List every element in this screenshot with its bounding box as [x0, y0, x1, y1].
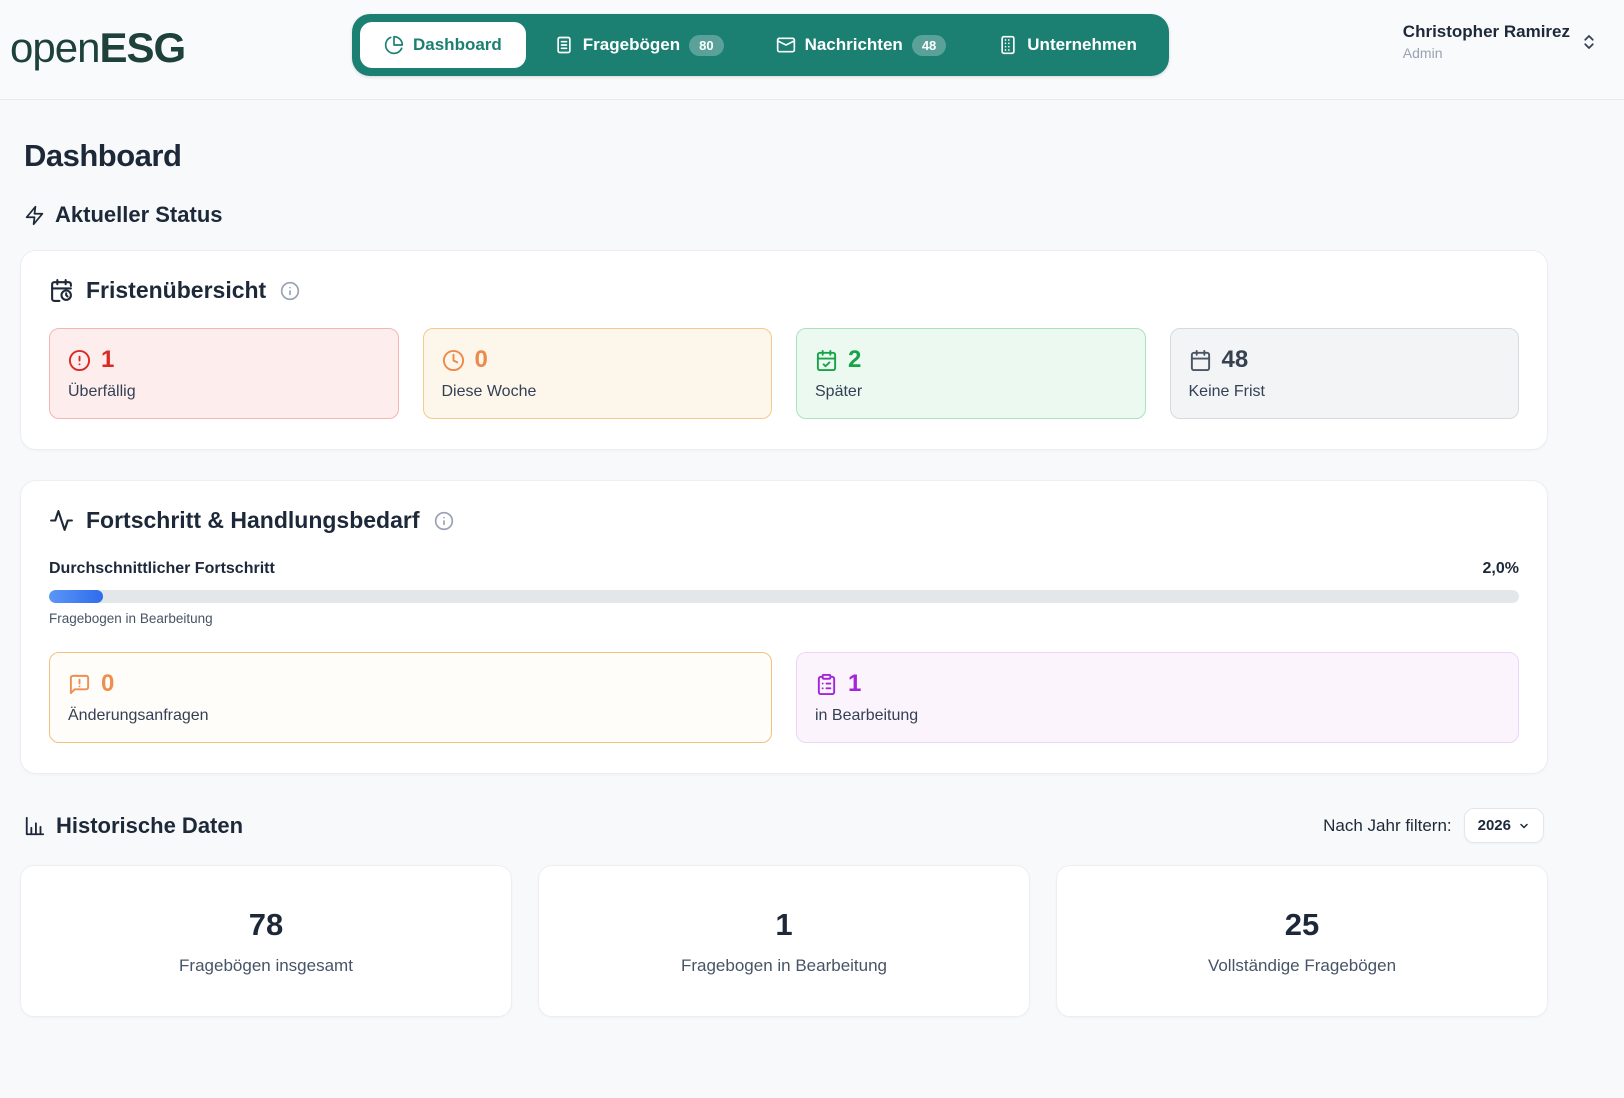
document-icon — [554, 35, 574, 55]
tab-nachrichten[interactable]: Nachrichten 48 — [752, 22, 971, 68]
alert-circle-icon — [68, 349, 91, 372]
year-filter-select[interactable]: 2026 — [1464, 808, 1544, 843]
top-header: openESG Dashboard Fragebögen 80 Nachrich… — [0, 0, 1624, 100]
stat-label: in Bearbeitung — [815, 707, 1500, 725]
chevron-down-icon — [1518, 820, 1530, 832]
stat-value: 2 — [848, 346, 861, 374]
card-title: Fristenübersicht — [86, 277, 266, 304]
year-filter-value: 2026 — [1478, 817, 1511, 834]
history-section-header: Historische Daten Nach Jahr filtern: 202… — [24, 808, 1544, 843]
clipboard-list-icon — [815, 673, 838, 696]
user-role: Admin — [1403, 45, 1570, 61]
bar-chart-icon — [24, 815, 46, 837]
tab-dashboard[interactable]: Dashboard — [360, 22, 526, 68]
history-card-in-progress: 1 Fragebogen in Bearbeitung — [538, 865, 1030, 1017]
status-section-title: Aktueller Status — [24, 202, 1548, 228]
progress-bar-fill — [49, 590, 103, 603]
stat-no-deadline[interactable]: 48 Keine Frist — [1170, 328, 1520, 419]
brand-logo: openESG — [10, 24, 185, 72]
logo-text-esg: ESG — [99, 24, 185, 72]
card-title: Fortschritt & Handlungsbedarf — [86, 507, 420, 534]
history-card-label: Fragebogen in Bearbeitung — [681, 956, 887, 976]
stat-value: 0 — [101, 670, 114, 698]
stat-overdue[interactable]: 1 Überfällig — [49, 328, 399, 419]
tab-label: Nachrichten — [805, 35, 903, 55]
pie-chart-icon — [384, 35, 404, 55]
logo-text-open: open — [10, 24, 99, 72]
stat-later[interactable]: 2 Später — [796, 328, 1146, 419]
history-card-complete: 25 Vollständige Fragebögen — [1056, 865, 1548, 1017]
mail-icon — [776, 35, 796, 55]
chevrons-up-down-icon — [1580, 33, 1598, 51]
stat-value: 1 — [848, 670, 861, 698]
tab-label: Fragebögen — [583, 35, 680, 55]
page-title: Dashboard — [24, 138, 1548, 174]
info-icon[interactable] — [280, 281, 300, 301]
main-content: Dashboard Aktueller Status Fristenübersi… — [0, 138, 1624, 1017]
stat-value: 1 — [101, 346, 114, 374]
tab-unternehmen[interactable]: Unternehmen — [974, 22, 1161, 68]
stat-value: 0 — [475, 346, 488, 374]
history-card-total: 78 Fragebögen insgesamt — [20, 865, 512, 1017]
tab-label: Unternehmen — [1027, 35, 1137, 55]
user-menu[interactable]: Christopher Ramirez Admin — [1403, 22, 1598, 61]
calendar-clock-icon — [49, 278, 74, 303]
progress-label: Durchschnittlicher Fortschritt — [49, 560, 275, 578]
history-cards: 78 Fragebögen insgesamt 1 Fragebogen in … — [20, 865, 1548, 1017]
deadlines-card: Fristenübersicht 1 Überfällig 0 Diese Wo… — [20, 250, 1548, 450]
tab-fragebogen[interactable]: Fragebögen 80 — [530, 22, 748, 68]
progress-bar — [49, 590, 1519, 603]
stat-label: Keine Frist — [1189, 383, 1501, 401]
section-title-text: Aktueller Status — [55, 202, 223, 228]
calendar-check-icon — [815, 349, 838, 372]
history-card-label: Vollständige Fragebögen — [1208, 956, 1396, 976]
history-card-value: 78 — [249, 907, 283, 943]
progress-percentage: 2,0% — [1483, 560, 1519, 578]
tab-label: Dashboard — [413, 35, 502, 55]
info-icon[interactable] — [434, 511, 454, 531]
year-filter-label: Nach Jahr filtern: — [1323, 816, 1452, 836]
progress-sublabel: Fragebogen in Bearbeitung — [49, 611, 1519, 626]
fragebogen-count-badge: 80 — [689, 35, 723, 56]
stat-in-progress[interactable]: 1 in Bearbeitung — [796, 652, 1519, 743]
building-icon — [998, 35, 1018, 55]
history-card-value: 1 — [775, 907, 792, 943]
main-nav: Dashboard Fragebögen 80 Nachrichten 48 U… — [352, 14, 1169, 76]
history-section-title: Historische Daten — [56, 813, 243, 839]
user-name: Christopher Ramirez — [1403, 22, 1570, 42]
deadlines-card-header: Fristenübersicht — [49, 277, 1519, 304]
history-card-value: 25 — [1285, 907, 1319, 943]
progress-card: Fortschritt & Handlungsbedarf Durchschni… — [20, 480, 1548, 774]
nachrichten-count-badge: 48 — [912, 35, 946, 56]
message-alert-icon — [68, 673, 91, 696]
stat-value: 48 — [1222, 346, 1249, 374]
calendar-icon — [1189, 349, 1212, 372]
stat-label: Änderungsanfragen — [68, 707, 753, 725]
activity-icon — [49, 508, 74, 533]
stat-label: Diese Woche — [442, 383, 754, 401]
stat-label: Später — [815, 383, 1127, 401]
progress-card-header: Fortschritt & Handlungsbedarf — [49, 507, 1519, 534]
clock-icon — [442, 349, 465, 372]
history-card-label: Fragebögen insgesamt — [179, 956, 353, 976]
stat-label: Überfällig — [68, 383, 380, 401]
stat-this-week[interactable]: 0 Diese Woche — [423, 328, 773, 419]
stat-change-requests[interactable]: 0 Änderungsanfragen — [49, 652, 772, 743]
zap-icon — [24, 205, 45, 226]
